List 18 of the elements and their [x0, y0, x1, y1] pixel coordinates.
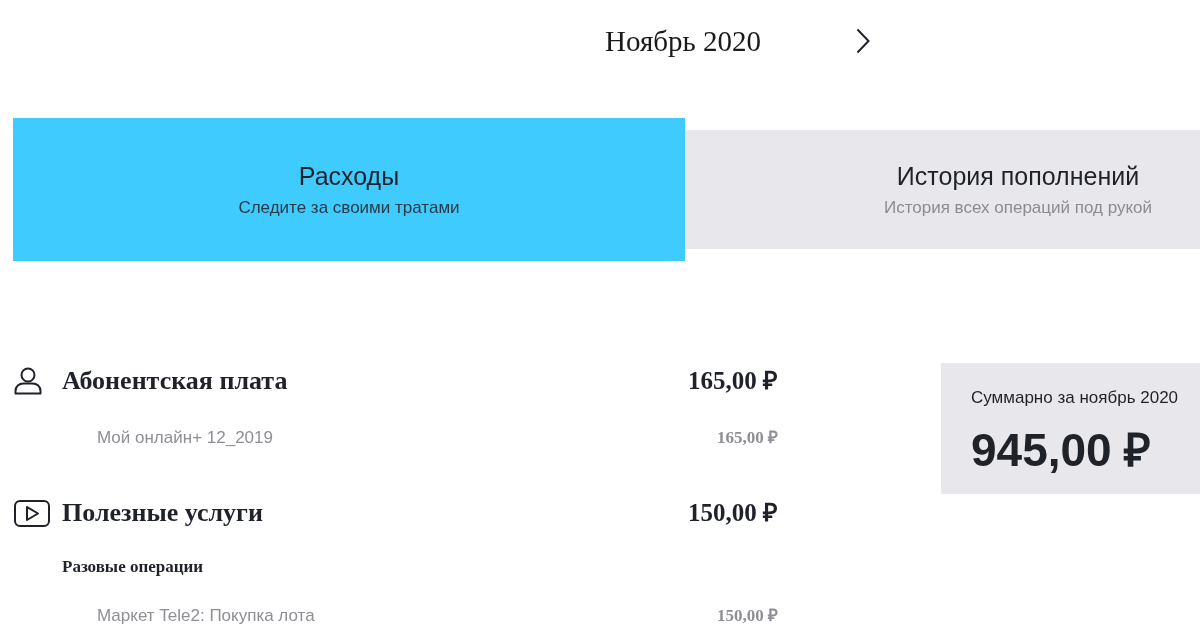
chevron-right-icon	[855, 28, 870, 54]
tab[interactable]: Расходы Следите за своими тратами	[13, 118, 685, 261]
charge-amount: 165,00 ₽	[717, 427, 778, 449]
charge-name: Маркет Tele2: Покупка лота	[97, 605, 316, 627]
play-icon	[14, 499, 50, 527]
summary-label: Суммарно за ноябрь 2020	[971, 387, 1180, 409]
category-amount: 165,00 ₽	[688, 366, 778, 396]
tab[interactable]: История пополнений История всех операций под рукой	[685, 130, 1200, 249]
next-month-button[interactable]	[855, 28, 870, 54]
person-icon	[14, 367, 42, 395]
category-amount: 150,00 ₽	[688, 498, 778, 528]
month-title: Ноябрь 2020	[605, 24, 761, 59]
category-title: Абонентская плата	[62, 365, 289, 397]
category-title: Полезные услуги	[62, 497, 264, 529]
summary-total: 945,00 ₽	[971, 424, 1153, 476]
group-label: Разовые операции	[62, 557, 204, 577]
charge-amount: 150,00 ₽	[717, 605, 778, 627]
charge-name: Мой онлайн+ 12_2019	[97, 427, 274, 449]
